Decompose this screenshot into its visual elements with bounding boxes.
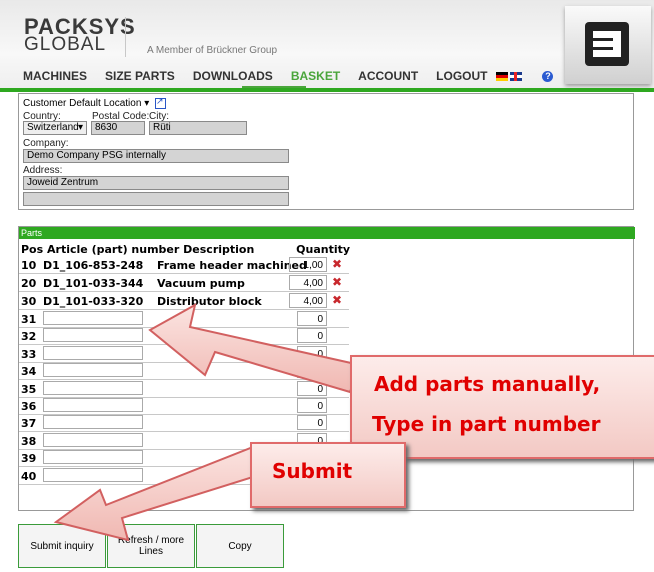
external-link-icon[interactable] [155,96,166,109]
quantity-input[interactable]: 0 [297,345,327,361]
row-position: 38 [21,434,37,448]
row-position: 32 [21,330,37,344]
col-article: Article (part) number [47,243,180,256]
callout-submit-text: Submit [272,459,353,483]
article-number-input[interactable] [43,345,143,360]
quantity-input[interactable]: 0 [297,415,327,431]
chevron-down-icon: ▾ [77,122,83,133]
nav-downloads[interactable]: DOWNLOADS [184,68,282,84]
callout-text-line1: Add parts manually, [374,372,601,396]
article-number-input[interactable] [43,432,143,447]
address-panel: Customer Default Location ▾ Country: Pos… [18,93,634,210]
group-membership-text: A Member of Brückner Group [147,45,278,56]
row-position: 34 [21,365,37,379]
article-number-input[interactable] [43,467,143,482]
chevron-down-icon: ▾ [144,98,150,110]
quantity-input[interactable]: 0 [297,363,327,379]
row-article-number: D1_106-853-248 [43,259,144,272]
article-number-input[interactable] [43,450,143,465]
row-description: Frame header machined [157,259,307,272]
callout-submit: Submit [250,442,406,508]
header-divider [0,88,654,92]
brueckner-logo-icon [585,22,629,66]
delete-icon[interactable]: ✖ [332,293,342,307]
table-row: 20 D1_101-033-344 Vacuum pump 4,00 ✖ [19,274,349,292]
table-row: 37 0 [19,414,349,433]
row-position: 10 [21,259,37,272]
nav-account[interactable]: ACCOUNT [349,68,427,84]
quantity-input[interactable]: 4,00 [289,293,327,308]
quantity-input[interactable]: 0 [297,398,327,413]
table-row: 35 0 [19,380,349,398]
row-position: 37 [21,417,37,431]
row-position: 35 [21,382,37,396]
col-description: Description [183,243,255,256]
postal-code-field[interactable]: 8630 [91,121,145,135]
article-number-input[interactable] [43,380,143,395]
table-row: 36 0 [19,397,349,415]
delete-icon[interactable]: ✖ [332,257,342,271]
parts-column-headers: Pos Article (part) number Description Qu… [21,243,350,256]
row-position: 20 [21,277,37,290]
table-row: 10 D1_106-853-248 Frame header machined 1,0… [19,256,349,274]
delete-icon[interactable]: ✖ [332,275,342,289]
row-position: 31 [21,313,37,326]
main-nav: MACHINES SIZE PARTS DOWNLOADS BASKET ACC… [14,66,554,86]
city-field[interactable]: Rüti [149,121,247,135]
quantity-input[interactable]: 0 [297,311,327,326]
row-article-number: D1_101-033-320 [43,295,144,308]
nav-logout[interactable]: LOGOUT [427,68,496,84]
header: PACKSYS GLOBAL A Member of Brückner Grou… [0,0,654,90]
logo-divider [125,17,126,57]
brand-logo-box[interactable] [565,6,651,84]
row-position: 33 [21,347,37,361]
address-line2-field[interactable] [23,192,289,206]
quantity-input[interactable]: 0 [297,328,327,344]
location-select[interactable]: Customer Default Location ▾ [23,96,166,110]
quantity-input[interactable]: 0 [297,380,327,396]
table-row: 32 0 [19,327,349,346]
article-number-input[interactable] [43,398,143,412]
refresh-more-lines-button[interactable]: Refresh / more Lines [107,524,195,568]
location-value: Customer Default Location [23,98,142,110]
table-row: 31 0 [19,310,349,328]
row-position: 36 [21,400,37,413]
help-icon[interactable]: ? [542,70,554,82]
nav-size-parts[interactable]: SIZE PARTS [96,68,184,84]
nav-machines[interactable]: MACHINES [14,68,96,84]
row-description: Distributor block [157,295,262,308]
parts-heading: Parts [19,227,635,239]
company-field[interactable]: Demo Company PSG internally [23,149,289,163]
article-number-input[interactable] [43,415,143,430]
table-row: 34 0 [19,362,349,381]
table-row: 30 D1_101-033-320 Distributor block 4,00 ✖ [19,292,349,310]
row-description: Vacuum pump [157,277,245,290]
quantity-input[interactable]: 4,00 [289,275,327,290]
article-number-input[interactable] [43,328,143,343]
col-quantity: Quantity [296,243,351,256]
row-position: 30 [21,295,37,308]
nav-basket[interactable]: BASKET [282,68,349,84]
col-pos: Pos [21,243,44,256]
german-flag-icon[interactable] [496,71,509,81]
article-number-input[interactable] [43,311,143,325]
address-label: Address: [23,165,63,176]
row-position: 40 [21,469,37,483]
callout-text-line2: Type in part number [372,412,601,436]
article-number-input[interactable] [43,363,143,378]
logo-subtitle: GLOBAL [24,34,107,55]
row-article-number: D1_101-033-344 [43,277,144,290]
uk-flag-icon[interactable] [510,71,523,81]
address-line1-field[interactable]: Joweid Zentrum [23,176,289,190]
row-position: 39 [21,452,37,466]
table-row: 33 0 [19,345,349,363]
submit-inquiry-button[interactable]: Submit inquiry [18,524,106,568]
country-select[interactable]: Switzerland ▾ [23,121,87,135]
company-label: Company: [23,138,69,149]
copy-button[interactable]: Copy [196,524,284,568]
country-value: Switzerland [27,122,79,133]
quantity-input[interactable]: 1,00 [289,257,327,272]
